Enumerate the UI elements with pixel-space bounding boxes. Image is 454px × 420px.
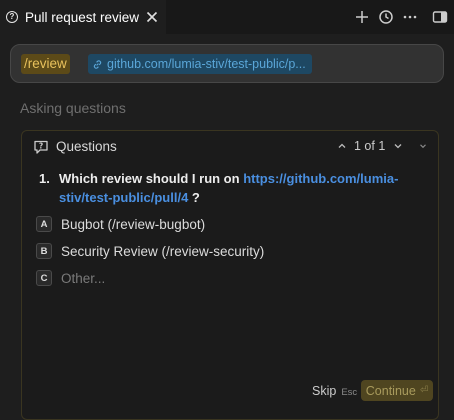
tab-pull-request-review[interactable]: ? Pull request review [0,0,166,34]
option-label: Security Review (/review-security) [61,243,265,259]
continue-button[interactable]: Continue ⏎ [361,380,433,401]
question-number: 1. [39,171,50,186]
context-link-text: github.com/lumia-stiv/test-public/p... [107,57,306,71]
panel-title: Questions [56,139,117,154]
enter-key-icon: ⏎ [419,385,429,396]
questions-panel: ? Questions 1 of 1 1. Which review shoul… [21,130,439,420]
question-text-before: Which review should I run on [59,171,244,186]
chevron-down-icon[interactable] [392,140,404,152]
option-label: Other... [61,270,106,286]
chevron-up-icon[interactable] [336,140,348,152]
skip-shortcut-hint: Esc [341,387,358,398]
option-key: C [36,270,52,286]
composer-input[interactable]: /review github.com/lumia-stiv/test-publi… [10,44,444,83]
option-a[interactable]: A Bugbot (/review-bugbot) [36,215,205,233]
more-icon[interactable] [401,8,419,26]
status-text: Asking questions [20,100,126,116]
option-c-other[interactable]: C Other... [36,269,105,287]
link-icon [93,59,102,69]
continue-label: Continue [365,383,416,398]
tab-title: Pull request review [25,9,140,25]
help-circle-icon: ? [6,11,18,23]
svg-text:?: ? [39,142,43,151]
skip-button[interactable]: Skip Esc [312,384,357,398]
close-icon[interactable] [144,9,160,25]
skip-label: Skip [312,384,337,398]
question-text: Which review should I run on https://git… [59,169,419,207]
plus-icon[interactable] [353,8,371,26]
option-label: Bugbot (/review-bugbot) [61,216,206,232]
context-link-pill[interactable]: github.com/lumia-stiv/test-public/p... [88,54,312,74]
tab-bar: ? Pull request review [0,0,454,34]
question-text-after: ? [188,190,200,205]
option-b[interactable]: B Security Review (/review-security) [36,242,264,260]
option-key: B [36,243,52,259]
history-icon[interactable] [377,8,395,26]
collapse-chevron-icon[interactable] [418,141,428,151]
option-key: A [36,216,52,232]
panel-toggle-icon[interactable] [431,8,449,26]
question-bubble-icon: ? [34,140,48,154]
pager-count: 1 of 1 [354,139,386,153]
command-pill[interactable]: /review [21,54,70,74]
